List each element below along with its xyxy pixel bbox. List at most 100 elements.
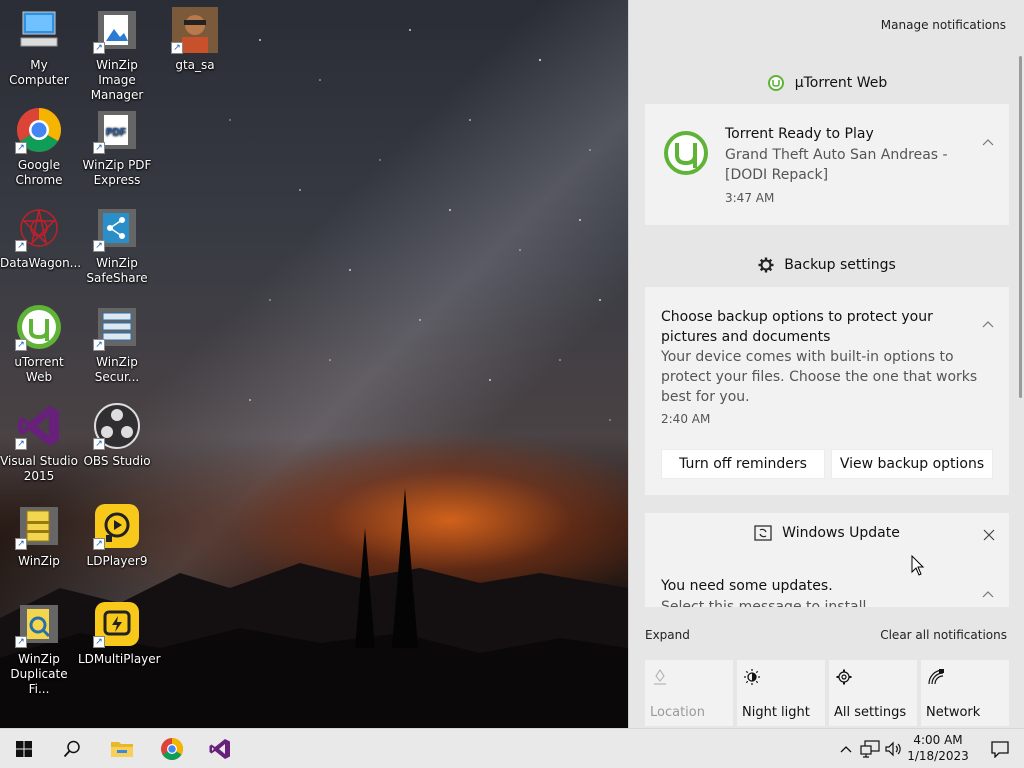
winzip-secure-icon: ↗ <box>93 303 141 351</box>
speaker-volume-icon <box>885 741 901 757</box>
close-icon[interactable] <box>983 529 995 541</box>
my-computer-icon <box>15 6 63 54</box>
notification-body: Select this message to install... <box>661 599 880 607</box>
show-hidden-icons-button[interactable] <box>836 739 856 759</box>
notification-title: You need some updates. <box>661 578 833 594</box>
chevron-up-icon[interactable] <box>981 318 995 332</box>
start-button[interactable] <box>0 729 48 768</box>
quick-action-label: All settings <box>834 705 907 720</box>
ldmultiplayer-icon: ↗ <box>93 600 141 648</box>
view-backup-options-button[interactable]: View backup options <box>831 449 993 479</box>
shortcut-arrow-icon: ↗ <box>93 636 105 648</box>
utorrent-icon: ↗ <box>15 303 63 351</box>
desktop-icon-gta-sa[interactable]: ↗ gta_sa <box>156 0 234 92</box>
notification-time: 2:40 AM <box>661 412 711 426</box>
action-center-scrollbar[interactable] <box>1019 56 1022 398</box>
taskbar-visual-studio[interactable] <box>196 729 244 768</box>
chevron-up-icon <box>840 746 852 753</box>
notification-group-windows-update: Windows Update <box>645 525 1009 541</box>
desktop-icon-winzip-safeshare[interactable]: ↗ WinZip SafeShare <box>78 198 156 290</box>
visual-studio-icon: ↗ <box>15 402 63 450</box>
search-button[interactable] <box>48 729 96 768</box>
shortcut-arrow-icon: ↗ <box>171 42 183 54</box>
desktop-icon-winzip[interactable]: ↗ WinZip <box>0 496 78 588</box>
shortcut-arrow-icon: ↗ <box>15 636 27 648</box>
location-icon <box>654 669 666 685</box>
notification-card-windows-update[interactable]: Windows Update You need some updates. Se… <box>645 513 1009 607</box>
taskbar-google-chrome[interactable] <box>148 729 196 768</box>
action-center-button[interactable] <box>976 729 1024 768</box>
notification-card-backup[interactable]: Choose backup options to protect your pi… <box>645 287 1009 495</box>
group-header-label: Backup settings <box>784 257 896 273</box>
turn-off-reminders-button[interactable]: Turn off reminders <box>661 449 825 479</box>
action-center-panel: Manage notifications µTorrent Web Torren… <box>628 0 1024 728</box>
shortcut-arrow-icon: ↗ <box>15 538 27 550</box>
desktop-icon-google-chrome[interactable]: ↗ Google Chrome <box>0 100 78 192</box>
datawagon-icon: ↗ <box>15 204 63 252</box>
taskbar: 4:00 AM 1/18/2023 <box>0 728 1024 768</box>
notification-title: Torrent Ready to Play <box>725 126 874 142</box>
taskbar-file-explorer[interactable] <box>98 729 146 768</box>
desktop-icon-winzip-duplicate[interactable]: ↗ WinZip Duplicate Fi... <box>0 594 78 696</box>
quick-action-location[interactable]: Location <box>645 660 733 726</box>
desktop-icon-winzip-secure[interactable]: ↗ WinZip Secur... <box>78 297 156 389</box>
notification-card-utorrent[interactable]: Torrent Ready to Play Grand Theft Auto S… <box>645 104 1009 225</box>
quick-action-night-light[interactable]: Night light <box>737 660 825 726</box>
desktop-icon-obs-studio[interactable]: ↗ OBS Studio <box>78 396 156 488</box>
notification-group-backup: Backup settings <box>645 245 1009 285</box>
windows-logo-icon <box>16 741 32 757</box>
shortcut-arrow-icon: ↗ <box>15 142 27 154</box>
desktop-icon-utorrent-web[interactable]: ↗ uTorrent Web <box>0 297 78 389</box>
group-header-label: µTorrent Web <box>794 75 888 91</box>
utorrent-icon <box>664 131 708 175</box>
winzip-safeshare-icon: ↗ <box>93 204 141 252</box>
chevron-up-icon[interactable] <box>981 588 995 602</box>
chevron-up-icon[interactable] <box>981 136 995 150</box>
tray-volume-button[interactable] <box>884 739 904 759</box>
shortcut-arrow-icon: ↗ <box>93 240 105 252</box>
shortcut-arrow-icon: ↗ <box>93 538 105 550</box>
desktop: My Computer ↗ WinZip Image Manager ↗ gta… <box>0 0 628 728</box>
visual-studio-icon <box>209 739 230 759</box>
shortcut-arrow-icon: ↗ <box>15 339 27 351</box>
notification-time: 3:47 AM <box>725 191 775 205</box>
desktop-icon-my-computer[interactable]: My Computer <box>0 0 78 92</box>
shortcut-arrow-icon: ↗ <box>15 438 27 450</box>
shortcut-arrow-icon: ↗ <box>93 142 105 154</box>
chrome-icon <box>161 738 183 760</box>
clear-all-notifications-link[interactable]: Clear all notifications <box>880 628 1007 642</box>
quick-action-all-settings[interactable]: All settings <box>829 660 917 726</box>
notification-body: Grand Theft Auto San Andreas - [DODI Rep… <box>725 147 948 183</box>
obs-icon: ↗ <box>93 402 141 450</box>
quick-action-label: Location <box>650 705 705 720</box>
network-wired-icon <box>860 740 880 758</box>
quick-action-label: Network <box>926 705 981 720</box>
taskbar-clock[interactable]: 4:00 AM 1/18/2023 <box>902 732 974 764</box>
desktop-icon-winzip-image-manager[interactable]: ↗ WinZip Image Manager <box>78 0 156 102</box>
tray-network-button[interactable] <box>860 739 880 759</box>
desktop-icon-ldmultiplayer[interactable]: ↗ LDMultiPlayer <box>78 594 161 686</box>
notification-icon <box>991 741 1009 758</box>
action-center-footer: Expand Clear all notifications Location … <box>629 620 1024 728</box>
mouse-cursor-icon <box>911 555 925 576</box>
desktop-icon-datawagon[interactable]: ↗ DataWagon... <box>0 198 81 290</box>
manage-notifications-link[interactable]: Manage notifications <box>881 18 1006 32</box>
notification-body: Your device comes with built-in options … <box>661 349 978 405</box>
notification-title: Choose backup options to protect your pi… <box>661 309 933 345</box>
settings-gear-icon <box>836 669 852 685</box>
desktop-icon-visual-studio-2015[interactable]: ↗ Visual Studio 2015 <box>0 396 78 488</box>
quick-action-label: Night light <box>742 705 810 720</box>
shortcut-arrow-icon: ↗ <box>93 42 105 54</box>
expand-link[interactable]: Expand <box>645 628 690 642</box>
shortcut-arrow-icon: ↗ <box>93 339 105 351</box>
desktop-icon-winzip-pdf-express[interactable]: PDF ↗ WinZip PDF Express <box>78 100 156 192</box>
shortcut-arrow-icon: ↗ <box>93 438 105 450</box>
group-header-label: Windows Update <box>782 525 900 541</box>
gear-icon <box>758 257 774 273</box>
clock-time: 4:00 AM <box>913 733 963 747</box>
svg-text:PDF: PDF <box>106 127 126 138</box>
file-explorer-icon <box>111 742 133 757</box>
winzip-pdf-icon: PDF ↗ <box>93 106 141 154</box>
desktop-icon-ldplayer9[interactable]: ↗ LDPlayer9 <box>78 496 156 588</box>
quick-action-network[interactable]: Network <box>921 660 1009 726</box>
